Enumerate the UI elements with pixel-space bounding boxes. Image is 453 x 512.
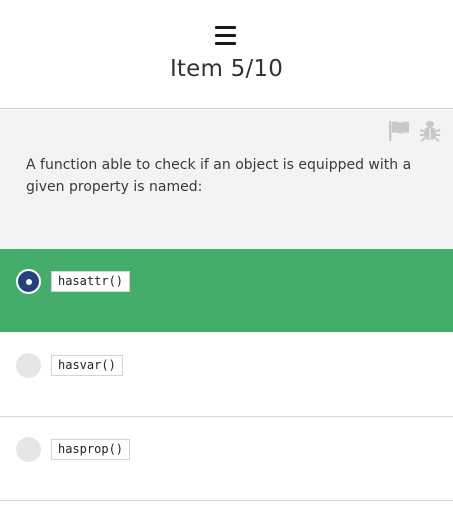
answer-option-2[interactable]: hasvar() xyxy=(0,333,453,417)
answer-option-label: hasprop() xyxy=(51,439,131,460)
radio-button-checked[interactable] xyxy=(16,269,41,294)
answer-option-1[interactable]: hasattr() xyxy=(0,249,453,332)
radio-button[interactable] xyxy=(16,353,41,378)
flag-icon[interactable] xyxy=(387,120,411,142)
answer-option-label: hasattr() xyxy=(51,271,131,292)
hamburger-menu-icon[interactable] xyxy=(215,26,236,45)
item-counter-title: Item 5/10 xyxy=(169,56,284,82)
question-panel: A function able to check if an object is… xyxy=(0,110,453,249)
question-text: A function able to check if an object is… xyxy=(26,157,412,195)
answer-option-label: hasvar() xyxy=(51,355,123,376)
bug-icon[interactable] xyxy=(419,119,441,143)
radio-button[interactable] xyxy=(16,437,41,462)
header: Item 5/10 xyxy=(0,0,453,109)
answer-option-3[interactable]: hasprop() xyxy=(0,417,453,501)
